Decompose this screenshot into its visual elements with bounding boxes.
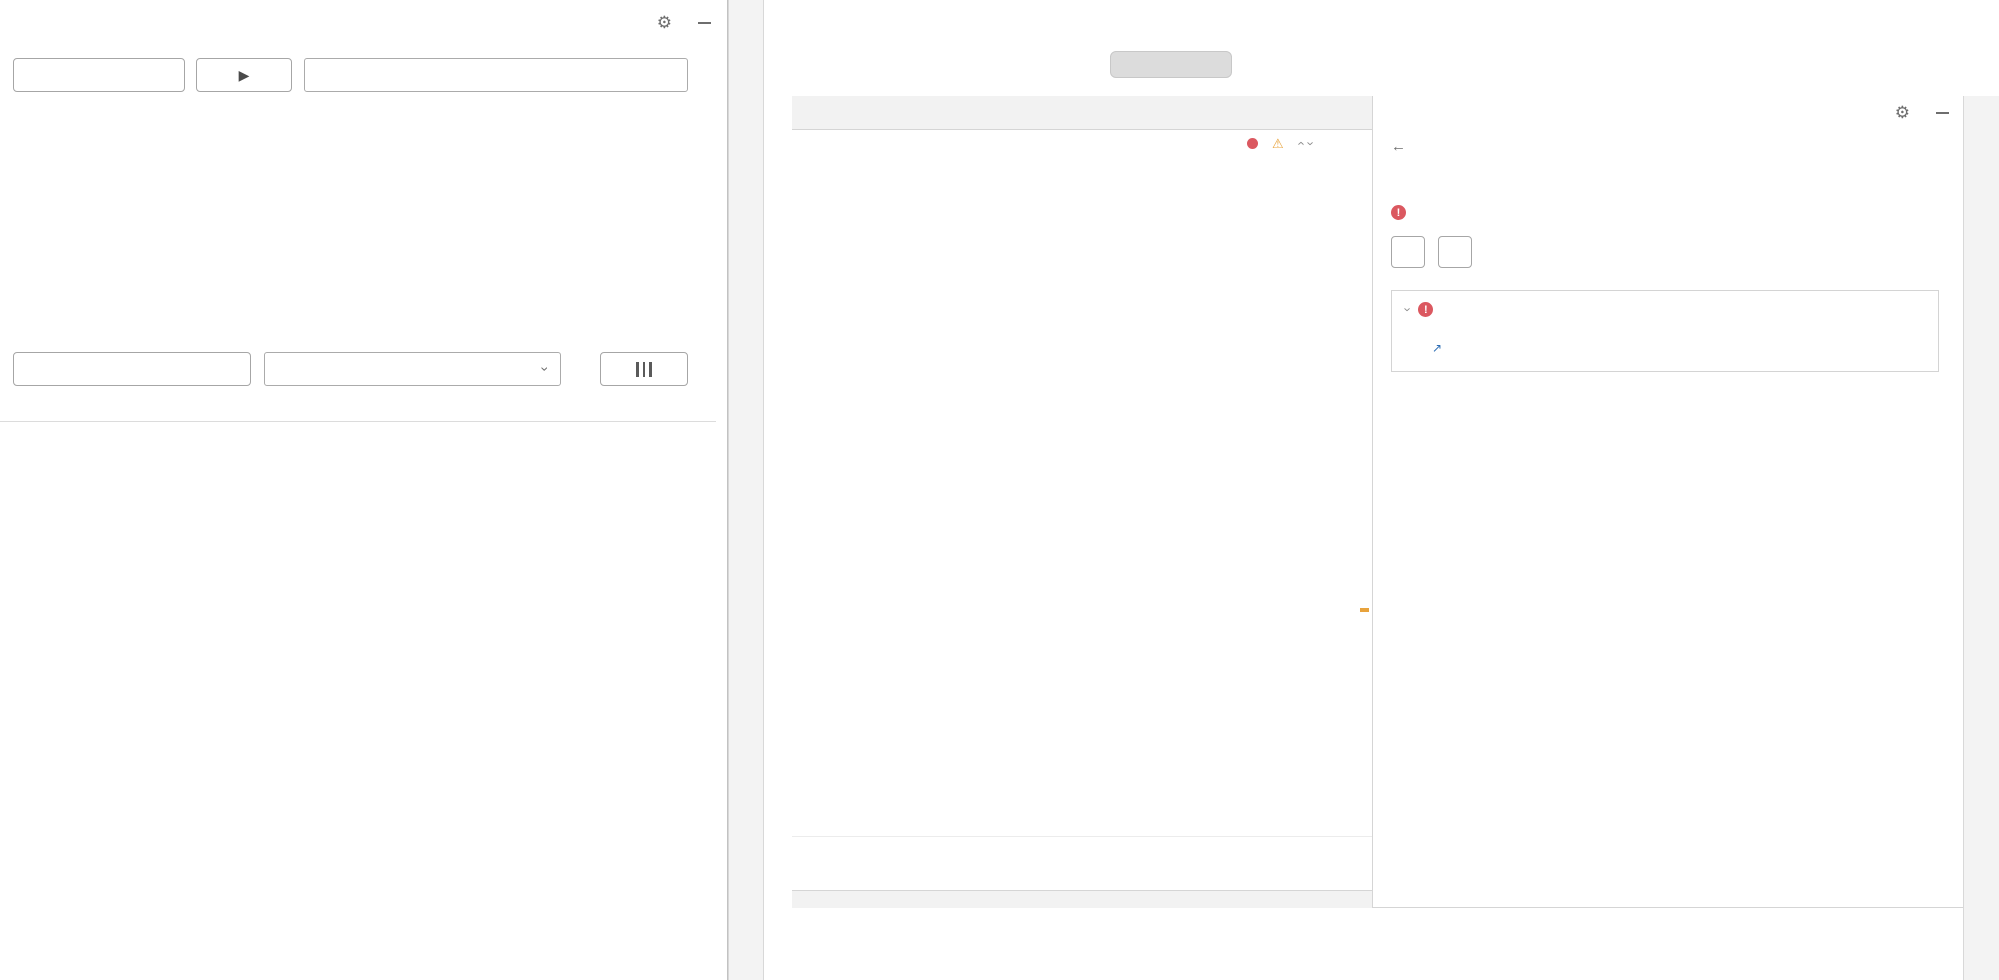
checks-card: › ! ↗ [1391, 290, 1939, 372]
links-table-header [0, 392, 716, 422]
scrollbar-warning-mark [1360, 608, 1369, 612]
window-fragment [1110, 51, 1232, 78]
code-editor[interactable] [792, 130, 1372, 836]
minimize-icon[interactable] [698, 22, 711, 24]
gear-icon[interactable]: ⚙ [657, 13, 672, 33]
check-data-tag[interactable]: › ! [1406, 302, 1924, 317]
create-applink-button[interactable] [13, 58, 185, 92]
app-links-assistant-window: ⚙ ▶ › [0, 0, 728, 980]
links-filter-dropdown[interactable]: › [264, 352, 561, 386]
editor-tab-bar [792, 96, 1372, 130]
warning-indicator-icon: ⚠ [1272, 138, 1284, 149]
gear-icon[interactable]: ⚙ [1895, 103, 1910, 123]
editor-bottom-tabs [792, 860, 1372, 890]
back-arrow-icon: ← [1391, 138, 1406, 155]
chevron-down-icon: › [538, 367, 554, 372]
bottom-tool-bar [792, 890, 1372, 908]
fix-all-manifest-issues-button[interactable] [13, 352, 251, 386]
error-indicator-icon [1247, 138, 1258, 149]
play-icon: ▶ [239, 67, 250, 84]
external-link-icon: ↗ [1432, 341, 1442, 355]
minimize-icon[interactable] [1936, 112, 1949, 114]
app-links-assistant-panel: ⚙ ← ! › ! ↗ [1372, 96, 1963, 908]
link-failed-message: ! [1391, 205, 1947, 220]
columns-button[interactable] [600, 352, 688, 386]
fix-app-check-failures-button[interactable] [1391, 236, 1425, 268]
columns-icon [636, 362, 652, 377]
inspections-widget[interactable]: ⚠ › › [1238, 133, 1322, 154]
error-icon: ! [1391, 205, 1406, 220]
chevron-expanded-icon: › [1401, 307, 1416, 311]
tool-window-strip-left [728, 0, 764, 980]
back-to-list-link[interactable]: ← [1391, 138, 1947, 155]
breadcrumb [792, 836, 1372, 860]
run-checks-button[interactable] [1438, 236, 1472, 268]
links-table [0, 392, 716, 980]
window-title-bar: ⚙ [0, 0, 727, 46]
tool-window-strip-right [1963, 96, 1999, 980]
search-links-input[interactable] [304, 58, 688, 92]
error-icon: ! [1418, 302, 1433, 317]
last-run-status [14, 322, 22, 341]
run-link-checks-button[interactable]: ▶ [196, 58, 292, 92]
assistant-panel-header: ⚙ [1373, 96, 1963, 130]
next-issue-icon[interactable]: › [1304, 141, 1319, 145]
